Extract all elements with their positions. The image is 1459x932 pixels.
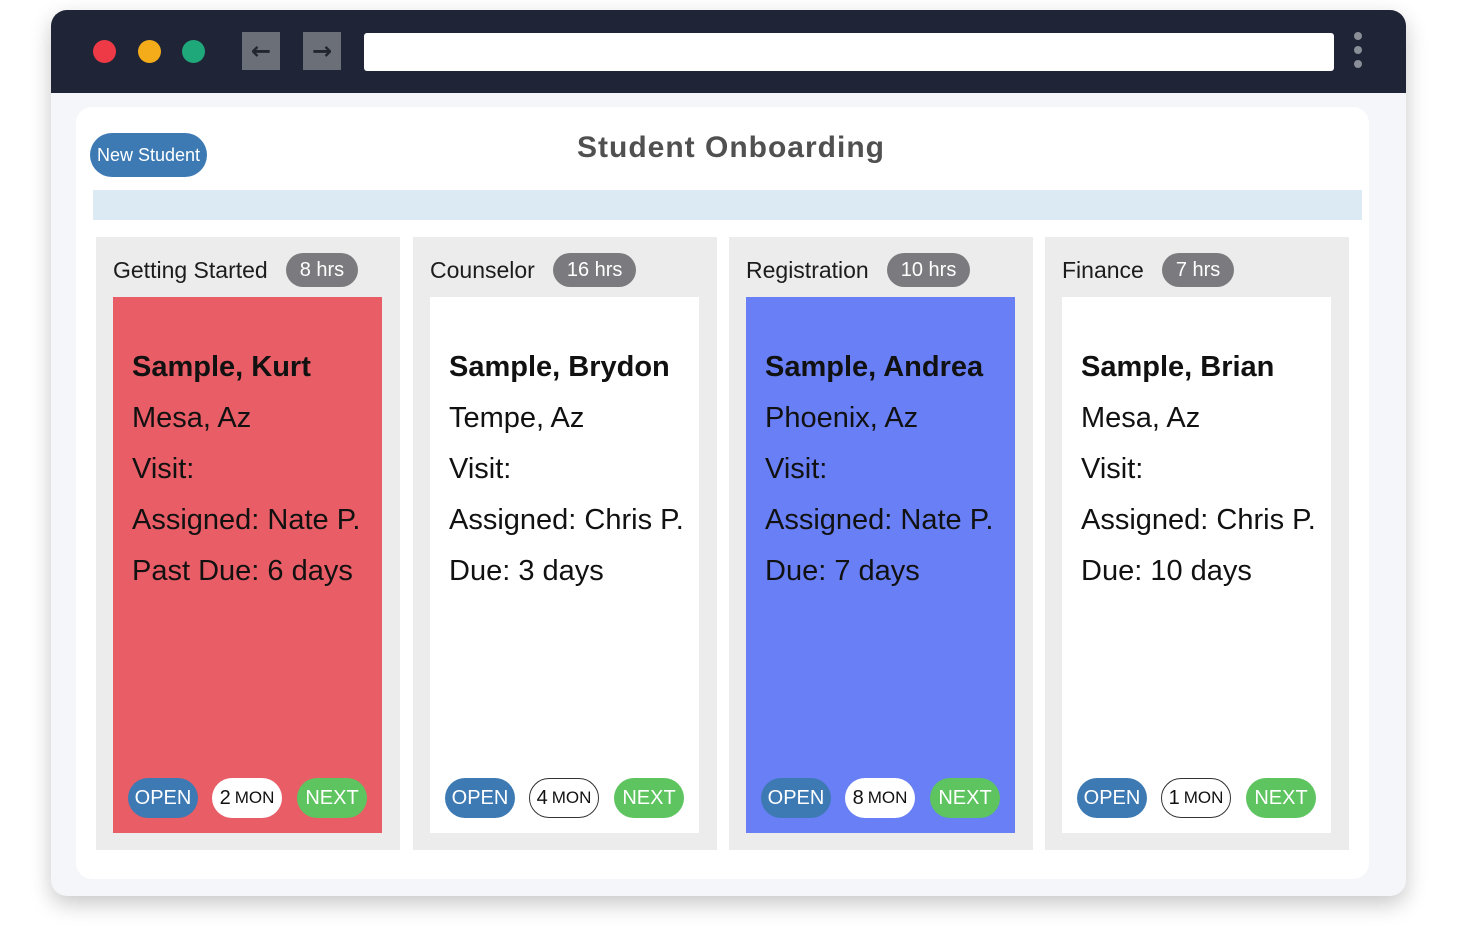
new-student-button[interactable]: New Student — [90, 133, 207, 177]
column-header: Registration 10 hrs — [746, 253, 971, 287]
open-button[interactable]: OPEN — [128, 778, 198, 818]
due-status: Due: 10 days — [1081, 555, 1252, 587]
student-card[interactable]: Sample, Kurt Mesa, Az Visit: Assigned: N… — [113, 297, 382, 833]
months-pill[interactable]: 8 MON — [845, 778, 915, 818]
due-status: Past Due: 6 days — [132, 555, 353, 587]
next-button[interactable]: NEXT — [930, 778, 1000, 818]
forward-arrow-icon[interactable]: → — [303, 32, 341, 70]
student-card[interactable]: Sample, Brian Mesa, Az Visit: Assigned: … — [1062, 297, 1331, 833]
visit-label: Visit: — [132, 453, 195, 485]
column-header: Counselor 16 hrs — [430, 253, 637, 287]
visit-label: Visit: — [765, 453, 828, 485]
column-2: Registration 10 hrs Sample, Andrea Phoen… — [729, 237, 1033, 850]
next-button[interactable]: NEXT — [1246, 778, 1316, 818]
student-city: Mesa, Az — [1081, 402, 1201, 434]
hours-badge: 8 hrs — [285, 253, 359, 287]
months-unit: MON — [1183, 788, 1224, 807]
progress-bar — [93, 190, 1362, 220]
visit-label: Visit: — [449, 453, 512, 485]
hours-badge: 7 hrs — [1161, 253, 1235, 287]
minimize-window-dot[interactable] — [138, 40, 161, 63]
months-count: 1 — [1168, 786, 1180, 809]
column-title: Finance — [1062, 256, 1144, 283]
months-pill[interactable]: 2 MON — [212, 778, 282, 818]
column-0: Getting Started 8 hrs Sample, Kurt Mesa,… — [96, 237, 400, 850]
months-count: 2 — [219, 786, 231, 809]
student-city: Mesa, Az — [132, 402, 252, 434]
months-unit: MON — [551, 788, 592, 807]
more-options-icon[interactable] — [1353, 32, 1363, 74]
student-name: Sample, Kurt — [132, 351, 311, 383]
next-button[interactable]: NEXT — [614, 778, 684, 818]
months-unit: MON — [234, 788, 275, 807]
student-name: Sample, Andrea — [765, 351, 984, 383]
address-bar[interactable] — [364, 33, 1334, 71]
due-status: Due: 3 days — [449, 555, 604, 587]
maximize-window-dot[interactable] — [182, 40, 205, 63]
student-city: Phoenix, Az — [765, 402, 919, 434]
browser-window: ← → Student Onboarding New Student Getti… — [51, 10, 1406, 896]
open-button[interactable]: OPEN — [761, 778, 831, 818]
column-header: Getting Started 8 hrs — [113, 253, 359, 287]
card-actions: OPEN 2 MON NEXT — [128, 778, 368, 818]
open-button[interactable]: OPEN — [445, 778, 515, 818]
hours-badge: 16 hrs — [552, 253, 637, 287]
hours-badge: 10 hrs — [886, 253, 971, 287]
close-window-dot[interactable] — [93, 40, 116, 63]
due-status: Due: 7 days — [765, 555, 920, 587]
months-unit: MON — [867, 788, 908, 807]
months-pill[interactable]: 4 MON — [529, 778, 599, 818]
back-arrow-icon[interactable]: ← — [242, 32, 280, 70]
months-count: 4 — [536, 786, 548, 809]
open-button[interactable]: OPEN — [1077, 778, 1147, 818]
student-card[interactable]: Sample, Andrea Phoenix, Az Visit: Assign… — [746, 297, 1015, 833]
column-title: Counselor — [430, 256, 535, 283]
months-pill[interactable]: 1 MON — [1161, 778, 1231, 818]
student-name: Sample, Brydon — [449, 351, 670, 383]
browser-titlebar: ← → — [51, 10, 1406, 93]
student-card[interactable]: Sample, Brydon Tempe, Az Visit: Assigned… — [430, 297, 699, 833]
column-header: Finance 7 hrs — [1062, 253, 1235, 287]
assigned-to: Assigned: Chris P. — [1081, 504, 1316, 536]
card-actions: OPEN 1 MON NEXT — [1077, 778, 1317, 818]
assigned-to: Assigned: Nate P. — [132, 504, 361, 536]
column-1: Counselor 16 hrs Sample, Brydon Tempe, A… — [413, 237, 717, 850]
next-button[interactable]: NEXT — [297, 778, 367, 818]
column-3: Finance 7 hrs Sample, Brian Mesa, Az Vis… — [1045, 237, 1349, 850]
card-actions: OPEN 8 MON NEXT — [761, 778, 1001, 818]
column-title: Getting Started — [113, 256, 268, 283]
onboarding-board: Student Onboarding New Student Getting S… — [76, 107, 1369, 879]
student-name: Sample, Brian — [1081, 351, 1275, 383]
assigned-to: Assigned: Chris P. — [449, 504, 684, 536]
card-actions: OPEN 4 MON NEXT — [445, 778, 685, 818]
column-title: Registration — [746, 256, 869, 283]
student-city: Tempe, Az — [449, 402, 585, 434]
months-count: 8 — [852, 786, 864, 809]
visit-label: Visit: — [1081, 453, 1144, 485]
assigned-to: Assigned: Nate P. — [765, 504, 994, 536]
page-title: Student Onboarding — [577, 131, 885, 164]
